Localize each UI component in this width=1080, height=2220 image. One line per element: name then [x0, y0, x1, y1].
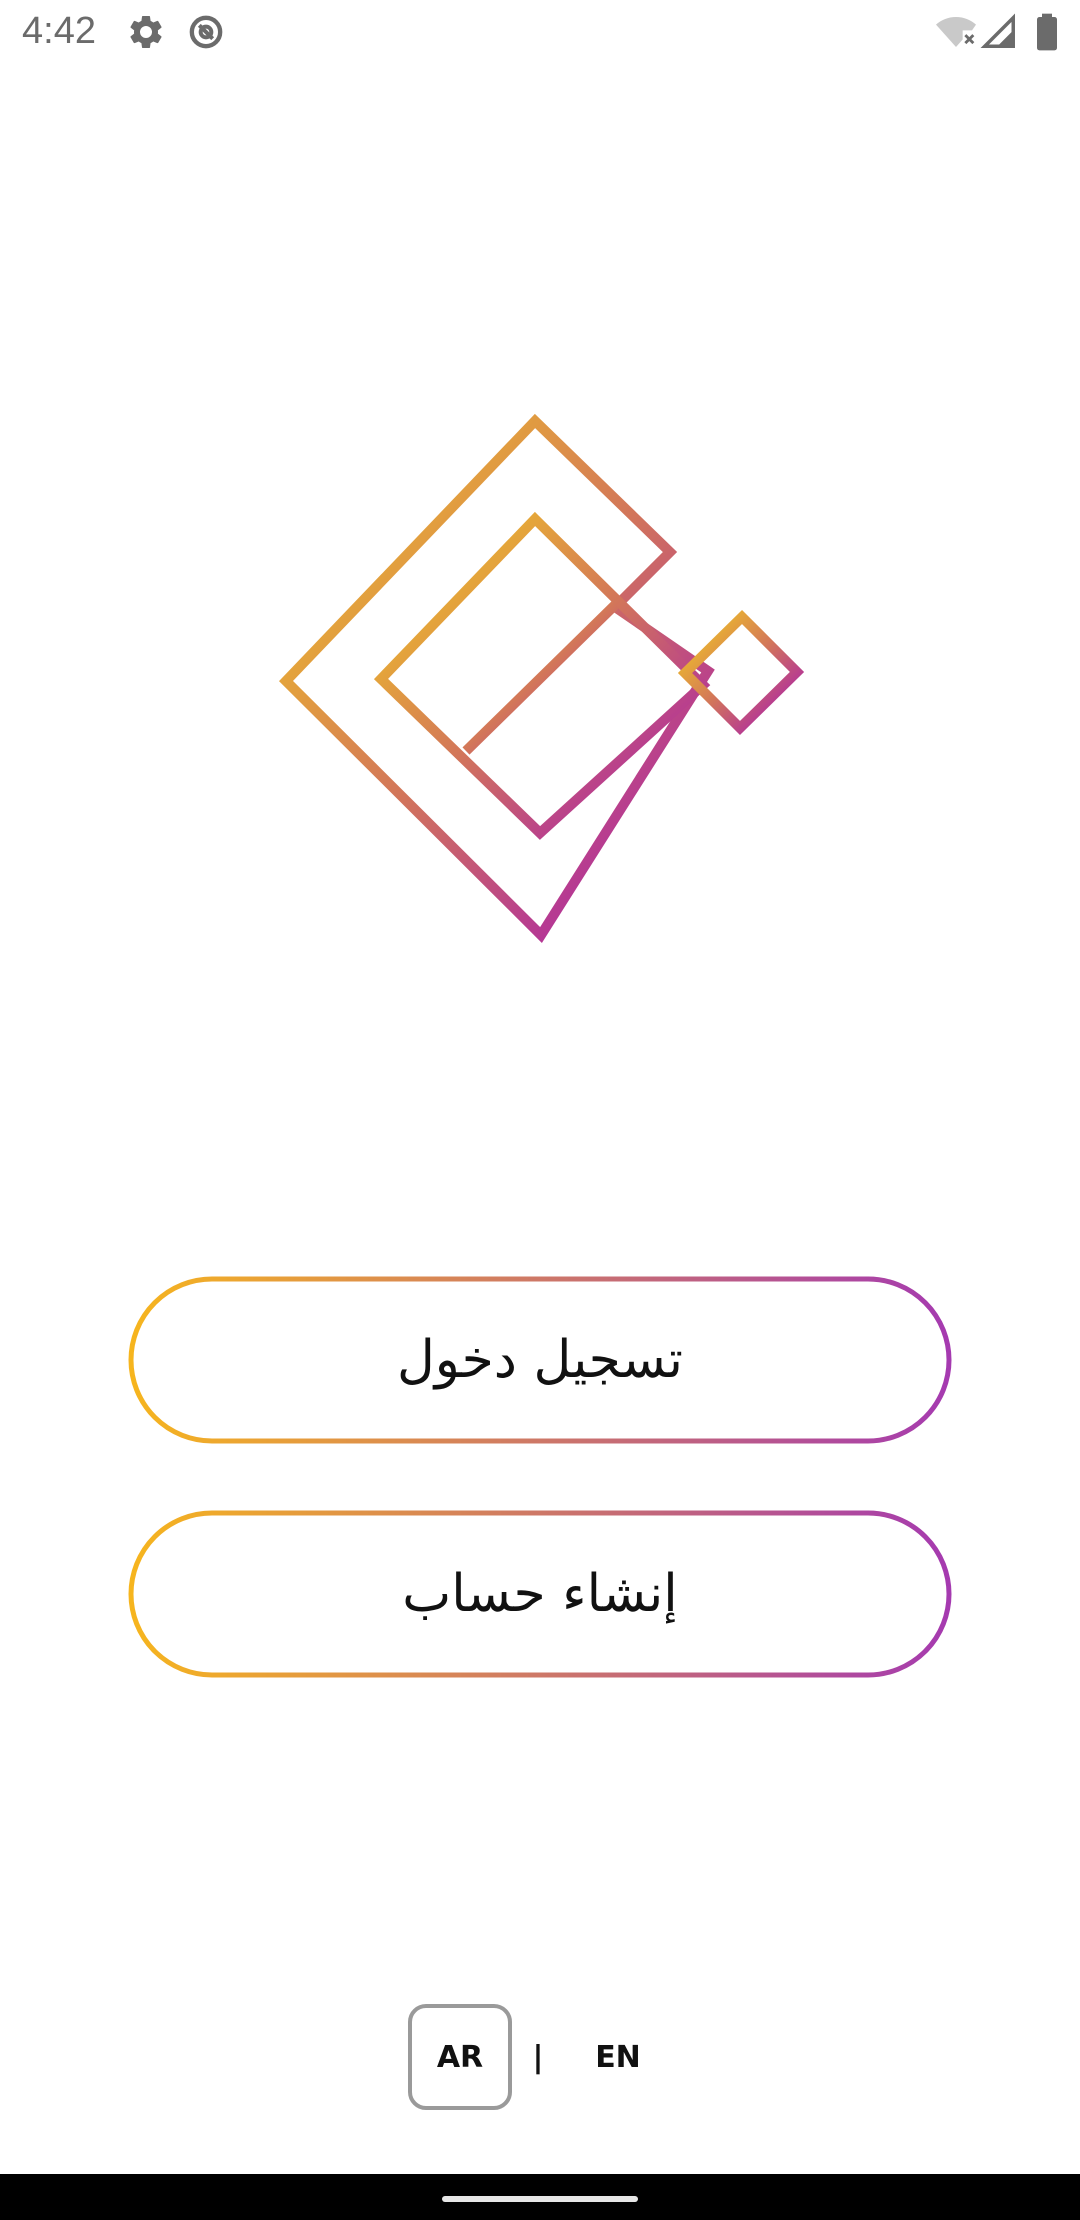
wifi-off-icon [934, 12, 978, 52]
battery-icon [1034, 12, 1060, 52]
language-en-button[interactable]: EN [566, 2004, 670, 2110]
login-button-label: تسجيل دخول [397, 1330, 683, 1390]
create-account-button-label: إنشاء حساب [402, 1564, 678, 1624]
app-logo [270, 405, 810, 945]
gear-icon [126, 12, 166, 52]
language-ar-button[interactable]: AR [408, 2004, 512, 2110]
cell-signal-icon [980, 12, 1018, 52]
login-button[interactable]: تسجيل دخول [128, 1276, 952, 1444]
create-account-button[interactable]: إنشاء حساب [128, 1510, 952, 1678]
data-saver-icon [186, 12, 226, 52]
language-separator: | [532, 2039, 544, 2075]
home-gesture-handle[interactable] [442, 2196, 638, 2202]
navigation-bar [0, 2174, 1080, 2220]
status-bar: 4:42 [0, 0, 1080, 66]
language-switcher: AR | EN [0, 2004, 1080, 2114]
nested-diamond-logo [278, 413, 805, 943]
status-time: 4:42 [22, 10, 96, 52]
welcome-screen: 4:42 تسجيل دخول إنشاء حساب AR | EN [0, 0, 1080, 2220]
